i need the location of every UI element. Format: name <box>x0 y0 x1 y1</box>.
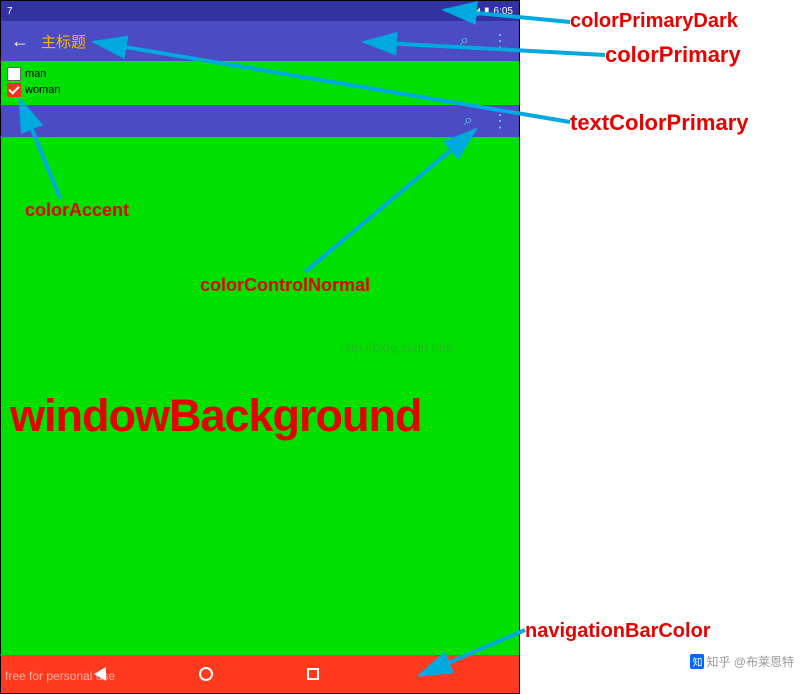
watermark-url: http://blog.csdn.net/ <box>340 340 453 355</box>
checkbox-label-man: man <box>25 68 46 80</box>
toolbar-title: 主标题 <box>41 31 440 52</box>
toolbar-main: ← 主标题 ⌕ ⋮ <box>1 21 519 61</box>
checkbox-row-man[interactable]: man <box>7 67 513 81</box>
status-left-icon: 7 <box>7 6 13 17</box>
status-bar: 7 ◢ ▮ 6:05 <box>1 1 519 21</box>
search-icon-2[interactable]: ⌕ <box>464 112 473 130</box>
zhihu-watermark: 知知乎 @布莱恩特 <box>690 653 794 670</box>
search-icon[interactable]: ⌕ <box>460 32 469 50</box>
annotation-navigationbarcolor: navigationBarColor <box>525 620 711 643</box>
toolbar-secondary: ⌕ ⋮ <box>1 105 519 137</box>
checkbox-label-woman: woman <box>25 84 60 96</box>
more-icon-2[interactable]: ⋮ <box>491 111 509 132</box>
checkbox-area: man woman <box>1 61 519 105</box>
battery-icon: ▮ <box>484 6 490 17</box>
back-arrow-icon[interactable]: ← <box>11 31 29 52</box>
checkbox-checked[interactable] <box>7 83 21 97</box>
nav-home-icon[interactable] <box>199 667 213 681</box>
checkbox-row-woman[interactable]: woman <box>7 83 513 97</box>
signal-icon: ◢ <box>472 6 480 17</box>
navigation-bar: free for personal use <box>1 655 519 693</box>
nav-recent-icon[interactable] <box>307 668 319 680</box>
annotation-windowbackground: windowBackground <box>10 390 422 442</box>
annotation-colorprimary: colorPrimary <box>605 42 741 68</box>
annotation-coloraccent: colorAccent <box>25 200 129 221</box>
annotation-colorprimarydark: colorPrimaryDark <box>570 10 738 33</box>
annotation-textcolorprimary: textColorPrimary <box>570 110 749 136</box>
checkbox-unchecked[interactable] <box>7 67 21 81</box>
annotation-colorcontrolnormal: colorControlNormal <box>200 275 370 296</box>
more-icon[interactable]: ⋮ <box>491 31 509 52</box>
watermark-free-use: free for personal use <box>5 669 115 683</box>
status-time: 6:05 <box>494 6 513 17</box>
zhihu-icon: 知 <box>690 654 704 669</box>
